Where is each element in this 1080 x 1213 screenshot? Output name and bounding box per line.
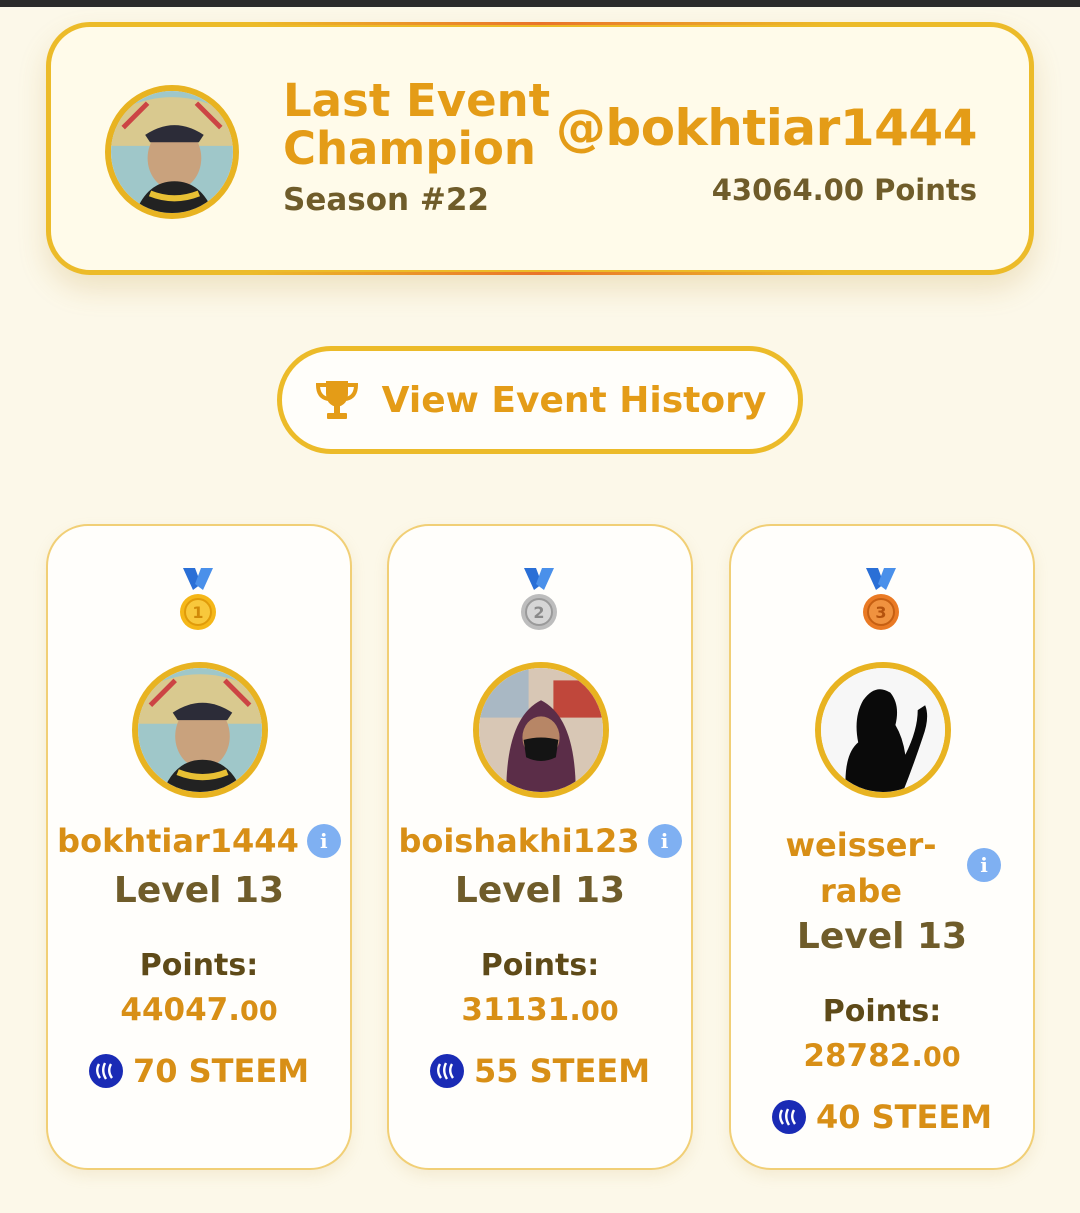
bronze-medal-icon: 3 [863,568,899,630]
leaderboard-card-rank-3: 3 weisser- rabe i Level 13 Points: 28782… [729,524,1035,1170]
player-username-text: bokhtiar1444 [57,822,299,860]
points-dec: 00 [240,996,278,1027]
player-avatar[interactable] [132,662,268,798]
champion-avatar[interactable] [105,85,239,219]
champion-points: 43064.00 Points [711,173,977,207]
steem-icon [88,1054,123,1088]
view-event-history-button[interactable]: View Event History [277,346,803,454]
last-event-champion-card: Last Event Champion Season #22 @bokhtiar… [46,22,1034,275]
reward: 40 STEEM [731,1096,1033,1136]
reward: 55 STEEM [389,1050,691,1090]
leaderboard-card-rank-1: 1 bokhtiar1444 i Level 13 Points: 44047.0… [46,524,352,1170]
reward-amount: 40 STEEM [815,1098,993,1136]
points-value: 28782.00 [731,1038,1033,1074]
points-dec: 00 [581,996,619,1027]
points-value: 44047.00 [48,992,350,1028]
player-level: Level 13 [796,916,968,957]
player-level: Level 13 [113,870,285,911]
info-icon[interactable]: i [967,848,1001,882]
view-event-history-label: View Event History [381,379,767,421]
steem-icon [771,1100,806,1134]
gold-medal-icon: 1 [180,568,216,630]
info-icon[interactable]: i [306,824,341,858]
points-label: Points: [480,948,600,983]
player-username-text: boishakhi123 [398,822,640,860]
player-username[interactable]: bokhtiar1444 i [48,820,350,860]
leaderboard-card-rank-2: 2 boishakhi123 i Level 13 Points: 31131.0… [387,524,693,1170]
champion-title: Last Event Champion [283,77,563,173]
reward-amount: 70 STEEM [132,1052,310,1090]
points-dec: 00 [923,1042,961,1073]
player-username[interactable]: weisser- rabe [771,822,951,914]
player-avatar[interactable] [815,662,951,798]
trophy-icon [315,381,358,419]
svg-text:3: 3 [875,603,886,622]
champion-username[interactable]: @bokhtiar1444 [556,99,978,157]
steem-icon [429,1054,464,1088]
svg-text:1: 1 [192,603,203,622]
info-icon[interactable]: i [647,824,682,858]
player-level: Level 13 [454,870,626,911]
points-label: Points: [822,994,942,1029]
points-int: 28782. [803,1038,924,1074]
player-username-line1: weisser- [785,826,937,864]
champion-title-line2: Champion [283,122,536,175]
player-username-line2: rabe [820,872,902,910]
points-value: 31131.00 [389,992,691,1028]
points-label: Points: [139,948,259,983]
player-username[interactable]: boishakhi123 i [389,820,691,860]
status-bar-strip [0,0,1080,7]
champion-title-line1: Last Event [283,74,551,127]
silver-medal-icon: 2 [521,568,557,630]
reward: 70 STEEM [48,1050,350,1090]
points-int: 44047. [120,992,241,1028]
reward-amount: 55 STEEM [473,1052,651,1090]
points-int: 31131. [461,992,582,1028]
player-avatar[interactable] [473,662,609,798]
season-label: Season #22 [283,182,489,218]
svg-text:2: 2 [533,603,544,622]
